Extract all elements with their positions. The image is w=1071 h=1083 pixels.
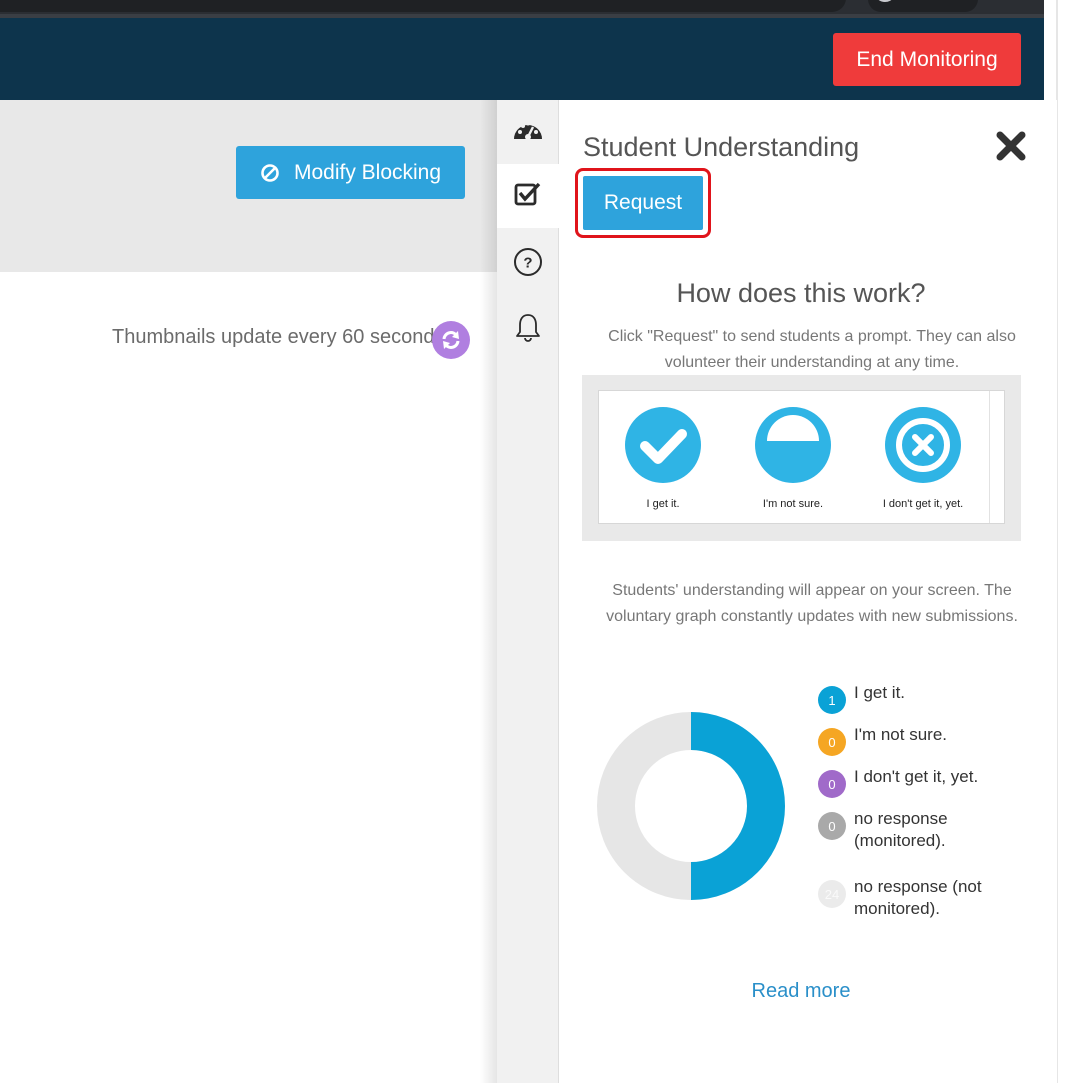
panel-icon-rail: ? [497,100,559,1083]
option-not-sure: I'm not sure. [743,407,843,510]
option-dont-get-it: I don't get it, yet. [873,407,973,510]
modify-blocking-button[interactable]: Modify Blocking [236,146,465,199]
block-icon [260,163,280,183]
bell-icon [514,312,542,349]
count-badge: 1 [818,686,846,714]
how-it-works-heading: How does this work? [676,278,926,308]
count-badge: 24 [818,880,846,908]
legend-item-not-sure: 0 I'm not sure. [818,724,947,756]
option-label: I'm not sure. [762,498,824,510]
request-button[interactable]: Request [583,176,703,230]
option-label: I don't get it, yet. [882,498,964,510]
students-understanding-description: Students' understanding will appear on y… [606,582,1018,625]
panel-title: Student Understanding [583,132,860,162]
understanding-options-illustration: I get it. I'm not sure. I don't get it, … [582,375,1021,541]
donut-segment-get-it [690,712,785,900]
legend-label: I don't get it, yet. [854,767,979,786]
x-circle-icon [885,407,961,488]
legend-label: no response (monitored). [854,809,948,850]
legend-item-no-response-monitored: 0 no response (monitored). [818,808,978,852]
legend-item-no-response-not-monitored: 24 no response (not monitored). [818,876,1018,920]
help-icon: ? [513,247,543,282]
close-icon[interactable] [995,130,1027,162]
svg-text:?: ? [523,254,532,271]
checkbox-icon [514,181,542,212]
rail-item-notifications[interactable] [497,298,559,362]
understanding-donut-chart [595,710,787,902]
count-badge: 0 [818,812,846,840]
profile-button[interactable] [868,0,978,12]
half-circle-icon [755,407,831,488]
how-it-works-description: Click "Request" to send students a promp… [608,328,1016,371]
read-more-link[interactable]: Read more [559,980,1043,1003]
end-monitoring-button[interactable]: End Monitoring [833,33,1021,86]
rail-item-dashboard[interactable] [497,100,559,164]
count-badge: 0 [818,728,846,756]
browser-toolbar [0,0,1044,18]
check-circle-icon [625,407,701,488]
rail-item-understanding[interactable] [497,164,559,228]
student-understanding-panel: Student Understanding Request How does t… [559,100,1057,1083]
profile-icon [874,0,896,2]
count-badge: 0 [818,770,846,798]
legend-item-dont-get-it: 0 I don't get it, yet. [818,766,978,798]
modify-blocking-label: Modify Blocking [293,160,442,184]
legend-item-get-it: 1 I get it. [818,682,905,714]
address-bar[interactable] [0,0,846,12]
rail-item-help[interactable]: ? [497,232,559,296]
legend-label: no response (not monitored). [854,877,982,918]
refresh-icon[interactable] [432,321,470,359]
legend-label: I'm not sure. [854,725,948,744]
option-label: I get it. [646,498,680,510]
dashboard-icon [512,117,544,148]
thumbnails-update-text: Thumbnails update every 60 seconds. [112,326,450,348]
legend-label: I get it. [854,683,906,702]
option-get-it: I get it. [613,407,713,510]
